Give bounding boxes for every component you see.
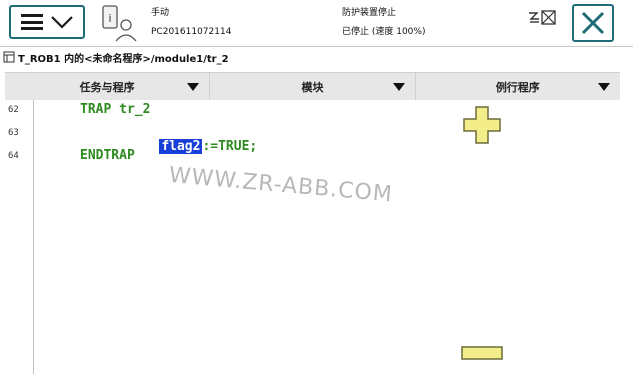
navigation-tabs: 任务与程序 模块 例行程序: [5, 72, 620, 101]
code-line[interactable]: ENDTRAP: [80, 148, 135, 163]
chevron-down-icon: [51, 16, 73, 29]
zoom-in-button[interactable]: [460, 103, 504, 147]
close-icon: [581, 11, 605, 35]
line-number: 63: [8, 128, 19, 138]
line-number: 62: [8, 105, 19, 115]
plus-icon: [463, 106, 501, 144]
safety-status: 防护装置停止: [342, 8, 397, 18]
code-editor[interactable]: 62 63 64 TRAP tr_2 flag2:=TRUE; ENDTRAP: [5, 100, 620, 374]
line-number-gutter: 62 63 64: [5, 100, 34, 374]
tab-label: 任务与程序: [79, 80, 135, 94]
code-line[interactable]: flag2:=TRUE;: [128, 124, 257, 169]
zoom-out-button[interactable]: [460, 344, 504, 362]
program-state: 已停止 (速度 100%): [342, 27, 426, 37]
breadcrumb: T_ROB1 内的<未命名程序>/module1/tr_2: [0, 47, 633, 67]
dropdown-arrow-icon: [187, 83, 200, 91]
tab-tasks-and-programs[interactable]: 任务与程序: [5, 73, 211, 100]
code-line[interactable]: TRAP tr_2: [80, 102, 150, 117]
robot-status-icon[interactable]: i: [99, 3, 139, 43]
close-button[interactable]: [572, 4, 614, 42]
tab-label: 模块: [301, 80, 324, 94]
code-assignment: :=TRUE;: [202, 139, 258, 154]
hamburger-menu-icon: [21, 14, 43, 30]
line-number: 64: [8, 151, 19, 161]
dropdown-arrow-icon: [597, 83, 610, 91]
top-status-bar: i 手动 PC201611072114 防护装置停止 已停止 (速度 100%): [0, 0, 633, 47]
selected-variable[interactable]: flag2: [159, 139, 203, 154]
abb-menu-button[interactable]: [9, 5, 85, 39]
controller-name: PC201611072114: [151, 27, 232, 37]
network-status-icon: [529, 10, 556, 25]
tab-modules[interactable]: 模块: [210, 73, 416, 100]
svg-text:i: i: [108, 12, 111, 25]
program-editor-icon: [3, 51, 15, 63]
tab-label: 例行程序: [495, 80, 540, 94]
tab-routines[interactable]: 例行程序: [416, 73, 620, 100]
breadcrumb-path: T_ROB1 内的<未命名程序>/module1/tr_2: [18, 53, 229, 65]
operating-mode: 手动: [151, 8, 170, 18]
minus-icon: [461, 346, 503, 360]
dropdown-arrow-icon: [392, 83, 405, 91]
